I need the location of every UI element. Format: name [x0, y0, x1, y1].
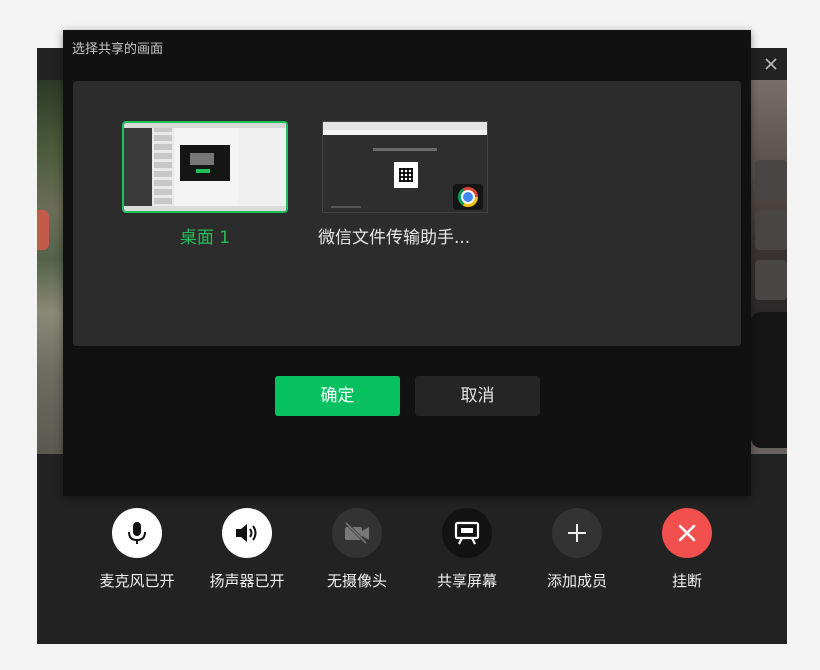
toolbar-label: 添加成员 — [546, 572, 607, 590]
desktop-thumbnail[interactable] — [122, 121, 288, 213]
video-detail — [755, 160, 787, 200]
speaker-button[interactable]: 扬声器已开 — [192, 508, 302, 591]
confirm-button[interactable]: 确定 — [275, 376, 400, 416]
chrome-icon — [458, 187, 478, 207]
hangup-button[interactable]: 挂断 — [632, 508, 742, 591]
remote-video-right — [750, 80, 787, 454]
share-source-wechat-file-helper[interactable]: 微信文件传输助手... — [318, 121, 492, 248]
camera-button[interactable]: 无摄像头 — [302, 508, 412, 591]
dialog-title: 选择共享的画面 — [72, 42, 164, 57]
source-label: 桌面 1 — [179, 228, 231, 248]
cancel-button[interactable]: 取消 — [415, 376, 540, 416]
camera-off-icon — [344, 521, 369, 545]
desktop-preview — [124, 123, 286, 211]
toolbar-label: 共享屏幕 — [436, 572, 497, 590]
hangup-icon — [678, 524, 696, 542]
add-member-button[interactable]: 添加成员 — [522, 508, 632, 591]
microphone-icon — [128, 522, 146, 544]
close-icon — [765, 58, 777, 70]
video-detail — [755, 260, 787, 300]
screen-share-icon — [454, 521, 480, 545]
video-detail — [751, 312, 787, 448]
toolbar-label: 扬声器已开 — [209, 572, 285, 590]
speaker-icon — [236, 524, 257, 542]
microphone-button[interactable]: 麦克风已开 — [82, 508, 192, 591]
screen-share-button[interactable]: 共享屏幕 — [412, 508, 522, 591]
toolbar-label: 挂断 — [671, 572, 702, 590]
share-source-desktop[interactable]: 桌面 1 — [122, 121, 292, 248]
plus-icon — [568, 524, 586, 542]
wechat-window-thumbnail[interactable] — [322, 121, 488, 213]
video-detail — [755, 210, 787, 250]
remote-video-left — [37, 80, 64, 454]
share-screen-dialog: 选择共享的画面 桌面 1 微信文件传输助手... 确定 取消 — [63, 30, 751, 496]
source-label: 微信文件传输助手... — [318, 228, 471, 248]
chrome-badge — [453, 184, 483, 210]
toolbar-label: 麦克风已开 — [99, 572, 175, 590]
wechat-window-preview — [323, 122, 487, 212]
close-window-button[interactable] — [761, 54, 781, 74]
toolbar-label: 无摄像头 — [326, 572, 387, 590]
video-detail — [37, 210, 49, 250]
share-source-panel: 桌面 1 微信文件传输助手... — [73, 81, 741, 346]
